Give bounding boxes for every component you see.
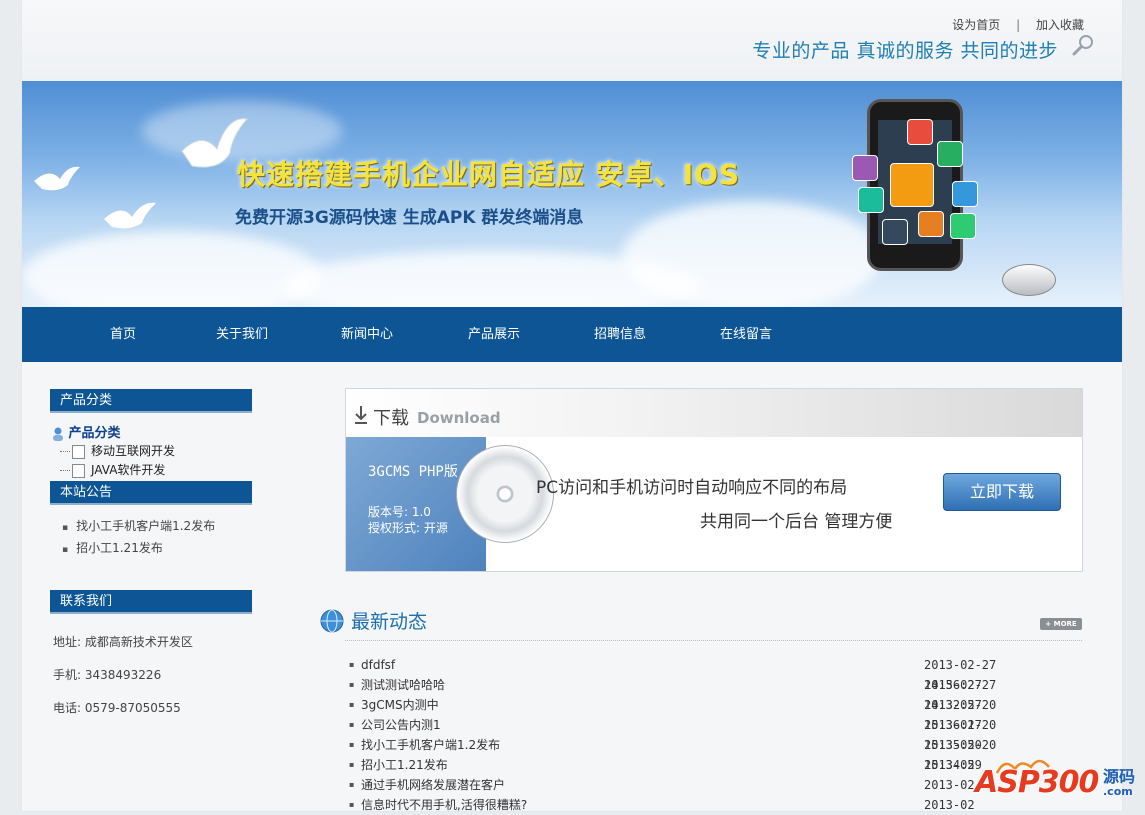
- news-list: dfdfsf2013-02-27 14:56:27 测试测试哈哈哈2013-02…: [349, 655, 1059, 815]
- product-name: 3GCMS PHP版: [368, 464, 458, 480]
- dove-icon: [104, 202, 156, 229]
- watermark-suffix: .com: [1103, 785, 1133, 798]
- nav-item-jobs[interactable]: 招聘信息: [580, 307, 660, 362]
- banner-subtitle: 免费开源3G源码快速 生成APK 群发终端消息: [235, 208, 584, 228]
- news-divider: [345, 640, 1082, 641]
- contact-panel-title: 联系我们: [50, 590, 252, 614]
- notice-panel-title: 本站公告: [50, 481, 252, 505]
- news-item[interactable]: dfdfsf2013-02-27 14:56:27: [349, 655, 1059, 692]
- category-tree-root[interactable]: 产品分类: [52, 422, 121, 441]
- banner-title: 快速搭建手机企业网自适应 安卓、IOS: [237, 158, 741, 191]
- app-icon: [858, 187, 884, 213]
- hero-banner: 快速搭建手机企业网自适应 安卓、IOS 免费开源3G源码快速 生成APK 群发终…: [22, 81, 1122, 307]
- contact-address: 地址: 成都高新技术开发区: [53, 635, 193, 649]
- news-more-button[interactable]: + MORE: [1040, 618, 1082, 630]
- category-root-label: 产品分类: [68, 426, 121, 441]
- top-links: 设为首页 | 加入收藏: [952, 16, 1084, 33]
- watermark-brand: ASP300: [975, 765, 1099, 800]
- news-item[interactable]: 找小工手机客户端1.2发布2013-02-20 15:34:59: [349, 735, 1059, 772]
- contact-mobile: 手机: 3438493226: [53, 668, 162, 682]
- add-favorite-link[interactable]: 加入收藏: [1036, 16, 1084, 33]
- download-feature-line1: PC访问和手机访问时自动响应不同的布局: [536, 478, 848, 498]
- nav-item-about[interactable]: 关于我们: [202, 307, 282, 362]
- app-icon: [952, 181, 978, 207]
- download-header: 下载 Download: [346, 389, 1082, 437]
- category-panel-title: 产品分类: [50, 389, 252, 413]
- globe-icon: [320, 609, 344, 633]
- app-icon: [918, 211, 944, 237]
- product-license: 授权形式: 开源: [368, 521, 448, 535]
- header-slogan: 专业的产品 真诚的服务 共同的进步: [752, 40, 1058, 62]
- nav-item-home[interactable]: 首页: [88, 307, 158, 362]
- app-icon: [890, 163, 934, 207]
- mouse-illustration: [1002, 264, 1056, 296]
- document-icon: [72, 463, 85, 478]
- app-icon: [950, 213, 976, 239]
- link-separator: |: [1016, 18, 1021, 32]
- watermark-logo: ASP300 源码 .com: [975, 755, 1145, 811]
- download-arrow-icon: [355, 406, 367, 424]
- category-item-mobile[interactable]: 移动互联网开发: [60, 442, 175, 459]
- document-icon: [72, 444, 85, 459]
- main-nav: 首页 关于我们 新闻中心 产品展示 招聘信息 在线留言: [22, 307, 1122, 362]
- download-title: 下载: [373, 408, 409, 429]
- download-now-button[interactable]: 立即下载: [943, 473, 1061, 511]
- download-title-en: Download: [417, 409, 501, 427]
- dove-icon: [34, 166, 80, 191]
- nav-item-news[interactable]: 新闻中心: [327, 307, 407, 362]
- news-item[interactable]: 测试测试哈哈哈2013-02-27 14:32:57: [349, 675, 1059, 712]
- set-homepage-link[interactable]: 设为首页: [952, 16, 1000, 33]
- news-item[interactable]: 招小工1.21发布2013-02: [349, 755, 1059, 775]
- site-header: 设为首页 | 加入收藏 专业的产品 真诚的服务 共同的进步: [22, 0, 1122, 81]
- download-feature-line2: 共用同一个后台 管理方便: [700, 512, 893, 532]
- page: 设为首页 | 加入收藏 专业的产品 真诚的服务 共同的进步 快速搭建手机企业网自…: [22, 0, 1122, 815]
- notice-item[interactable]: 招小工1.21发布: [62, 539, 163, 556]
- news-item[interactable]: 公司公告内测12013-02-20 15:35:50: [349, 715, 1059, 752]
- nav-item-products[interactable]: 产品展示: [454, 307, 534, 362]
- news-item[interactable]: 信息时代不用手机,活得很糟糕?2013-02: [349, 795, 1059, 815]
- product-version: 版本号: 1.0: [368, 505, 431, 519]
- user-icon: [53, 427, 63, 441]
- category-item-java[interactable]: JAVA软件开发: [60, 461, 165, 478]
- nav-item-guestbook[interactable]: 在线留言: [706, 307, 786, 362]
- download-panel: 下载 Download 3GCMS PHP版 版本号: 1.0 授权形式: 开源…: [345, 388, 1083, 572]
- search-icon[interactable]: [1072, 34, 1094, 56]
- app-icon: [852, 155, 878, 181]
- app-icon: [937, 141, 963, 167]
- contact-phone: 电话: 0579-87050555: [53, 701, 181, 715]
- news-section-title: 最新动态: [351, 611, 428, 633]
- news-item[interactable]: 3gCMS内测中2013-02-20 15:36:17: [349, 695, 1059, 732]
- news-item[interactable]: 通过手机网络发展潜在客户2013-02: [349, 775, 1059, 795]
- app-icon: [907, 119, 933, 145]
- app-icon: [882, 219, 908, 245]
- notice-item[interactable]: 找小工手机客户端1.2发布: [62, 517, 215, 534]
- watermark-cn: 源码: [1103, 767, 1136, 786]
